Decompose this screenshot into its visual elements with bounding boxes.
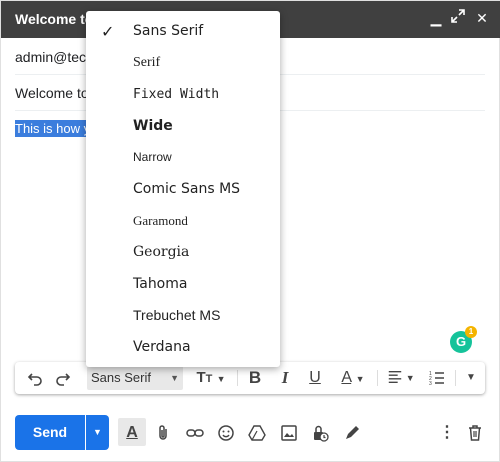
font-option-wide[interactable]: Wide — [86, 111, 280, 142]
checkmark-icon: ✓ — [101, 24, 115, 41]
font-option-label: Trebuchet MS — [133, 307, 221, 323]
link-icon[interactable] — [184, 422, 206, 444]
font-option-label: Serif — [133, 55, 161, 70]
compose-title: Welcome to — [15, 11, 94, 27]
font-option-label: Verdana — [133, 339, 191, 355]
redo-icon[interactable] — [51, 366, 75, 390]
more-formatting-icon[interactable]: ▼ — [461, 366, 481, 390]
close-icon[interactable]: ✕ — [473, 9, 491, 27]
more-options-icon[interactable]: ⋮ — [436, 422, 458, 444]
photo-icon[interactable] — [278, 422, 300, 444]
formatting-options-icon[interactable]: A — [121, 422, 143, 444]
svg-text:3: 3 — [429, 381, 432, 387]
undo-icon[interactable] — [23, 366, 47, 390]
numbered-list-icon[interactable]: 123 — [425, 366, 449, 390]
font-option-label: Garamond — [133, 213, 188, 228]
divider — [377, 370, 378, 386]
message-body[interactable]: This is how y — [15, 120, 91, 137]
font-option-label: Comic Sans MS — [133, 181, 241, 197]
italic-icon[interactable]: I — [273, 366, 297, 390]
chevron-down-icon: ▼ — [170, 373, 179, 383]
grammarly-letter: G — [455, 334, 467, 349]
text-color-icon[interactable]: A ▼ — [335, 366, 371, 390]
discard-icon[interactable] — [464, 422, 486, 444]
bold-icon[interactable]: B — [243, 366, 267, 390]
signature-icon[interactable] — [341, 422, 363, 444]
font-option-label: Georgia — [133, 244, 190, 260]
expand-icon[interactable] — [449, 9, 467, 27]
font-option-georgia[interactable]: Georgia — [86, 237, 280, 268]
grammarly-badge: 1 — [465, 326, 477, 338]
font-option-comic-sans[interactable]: Comic Sans MS — [86, 174, 280, 205]
text-size-icon[interactable]: TT ▼ — [193, 366, 229, 390]
font-option-fixed-width[interactable]: Fixed Width — [86, 80, 280, 111]
minimize-icon[interactable]: ▁ — [427, 9, 445, 27]
grammarly-icon[interactable]: G 1 — [450, 326, 477, 353]
emoji-icon[interactable] — [215, 422, 237, 444]
divider — [237, 370, 238, 386]
font-option-label: Sans Serif — [133, 23, 204, 39]
font-option-tahoma[interactable]: Tahoma — [86, 269, 280, 300]
font-family-select[interactable]: Sans Serif ▼ — [87, 366, 183, 390]
font-option-sans-serif[interactable]: ✓ Sans Serif — [86, 16, 280, 47]
drive-icon[interactable] — [246, 422, 268, 444]
attach-icon[interactable] — [152, 422, 174, 444]
confidential-mode-icon[interactable] — [309, 422, 331, 444]
align-icon[interactable]: ▼ — [383, 366, 419, 390]
divider — [455, 370, 456, 386]
font-option-label: Fixed Width — [133, 87, 220, 102]
font-family-menu: ✓ Sans Serif Serif Fixed Width Wide Narr… — [86, 11, 280, 367]
subject-field[interactable]: Welcome to — [15, 85, 89, 101]
send-button[interactable]: Send — [15, 415, 85, 450]
font-option-serif[interactable]: Serif — [86, 48, 280, 79]
to-field[interactable]: admin@tech — [15, 49, 94, 65]
font-option-garamond[interactable]: Garamond — [86, 206, 280, 237]
font-select-value: Sans Serif — [91, 370, 151, 385]
font-option-narrow[interactable]: Narrow — [86, 143, 280, 174]
font-option-label: Tahoma — [133, 276, 188, 292]
font-option-label: Wide — [133, 118, 173, 134]
font-option-trebuchet[interactable]: Trebuchet MS — [86, 300, 280, 331]
font-option-label: Narrow — [133, 150, 172, 164]
font-option-verdana[interactable]: Verdana — [86, 332, 280, 363]
underline-icon[interactable]: U — [303, 366, 327, 390]
selected-text: This is how y — [15, 120, 91, 137]
schedule-send-chevron-icon[interactable]: ▼ — [86, 415, 109, 450]
